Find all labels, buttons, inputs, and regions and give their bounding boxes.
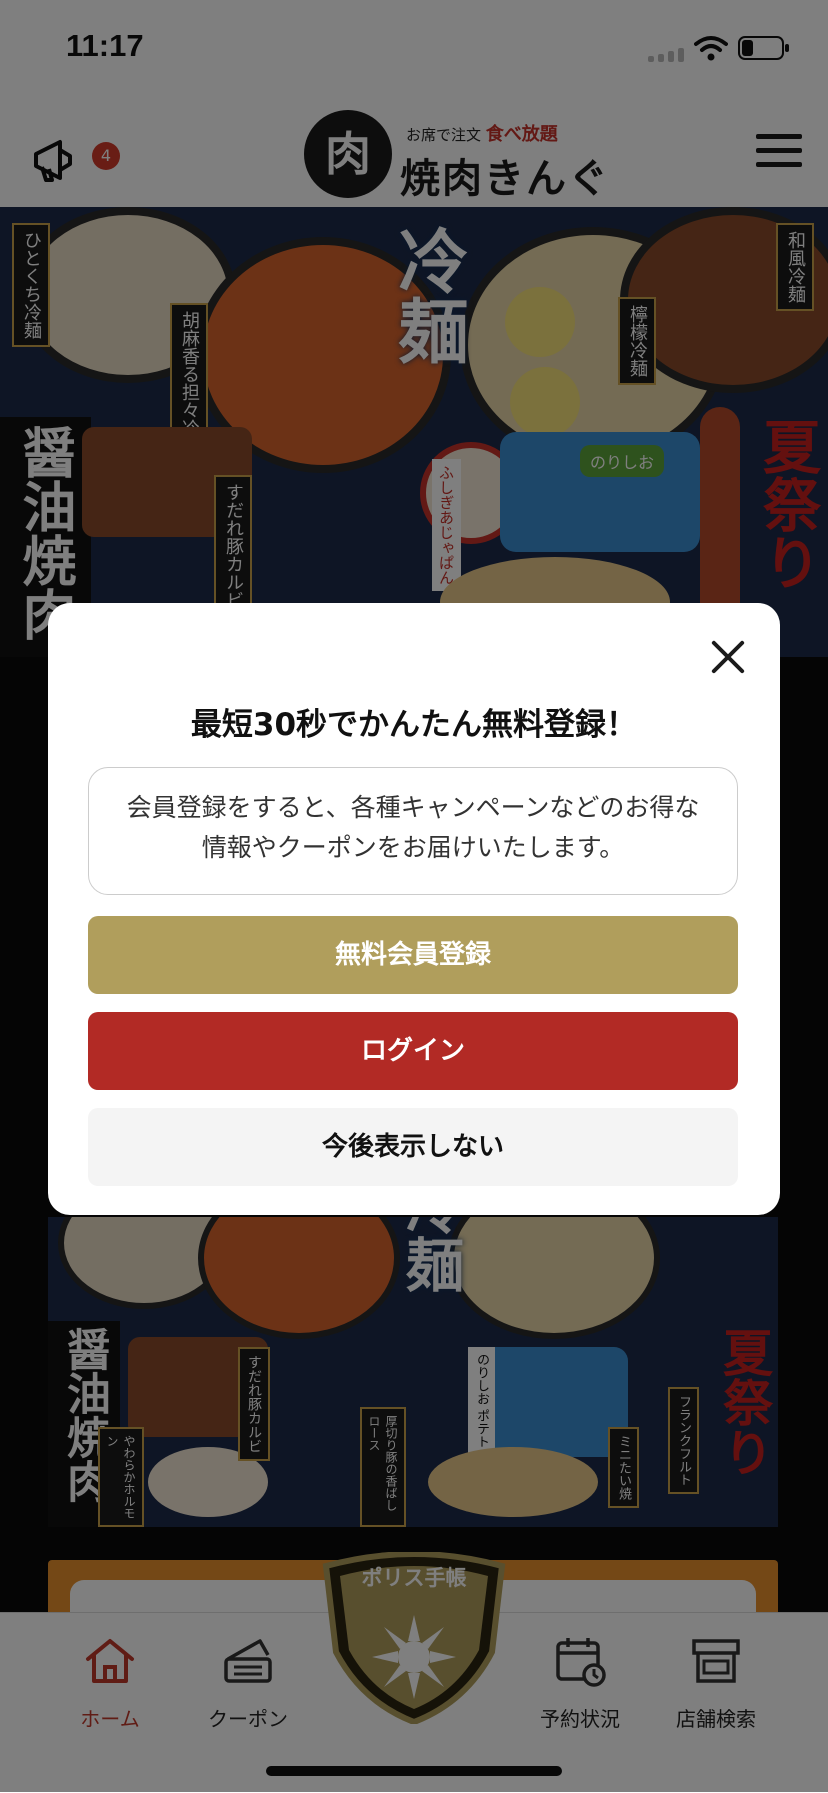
modal-message: 会員登録をすると、各種キャンペーンなどのお得な情報やクーポンをお届けいたします。 bbox=[88, 767, 738, 895]
free-register-button[interactable]: 無料会員登録 bbox=[88, 916, 738, 994]
close-icon[interactable] bbox=[710, 639, 746, 675]
login-button[interactable]: ログイン bbox=[88, 1012, 738, 1090]
registration-modal: 最短30秒でかんたん無料登録！ 会員登録をすると、各種キャンペーンなどのお得な情… bbox=[48, 603, 780, 1215]
dont-show-again-button[interactable]: 今後表示しない bbox=[88, 1108, 738, 1186]
modal-title: 最短30秒でかんたん無料登録！ bbox=[190, 707, 638, 743]
